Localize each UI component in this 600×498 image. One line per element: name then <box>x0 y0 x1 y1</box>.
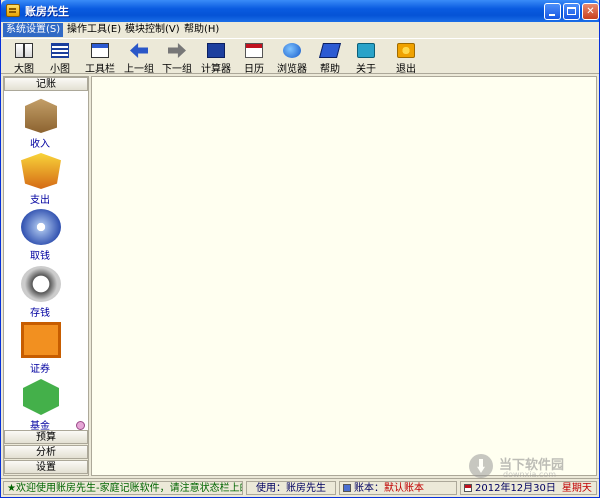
sidebar-item-label: 支出 <box>30 195 50 206</box>
sidebar-item-label: 基金 <box>30 421 50 431</box>
toolbar-label: 下一组 <box>162 64 192 75</box>
arrow-right-icon <box>168 43 186 58</box>
calculator-icon <box>207 43 225 58</box>
status-weekday: 星期天 <box>561 483 592 494</box>
menu-module-control[interactable]: 模块控制(V) <box>122 23 183 37</box>
help-button[interactable]: 帮助 <box>315 41 345 75</box>
minimize-button[interactable] <box>544 3 561 20</box>
sidebar-item-label: 证券 <box>30 364 50 375</box>
help-book-icon <box>318 43 342 58</box>
status-account-book: 账本：默认账本 <box>339 481 457 495</box>
sidebar-item-label: 取钱 <box>30 251 50 262</box>
large-icons-button[interactable]: 大图 <box>9 41 39 75</box>
status-welcome-message: ★欢迎使用账房先生-家庭记账软件，请注意状态栏上的当 <box>3 481 243 495</box>
photo-icon <box>21 322 61 358</box>
browser-button[interactable]: 浏览器 <box>275 41 309 75</box>
menu-operation-tools[interactable]: 操作工具(E) <box>64 23 124 37</box>
status-book-value: 默认账本 <box>384 483 424 494</box>
sidebar-item-list[interactable]: 收入 支出 取钱 存钱 证券 基金 <box>4 91 88 431</box>
toolbar-label: 日历 <box>244 64 264 75</box>
sidebar: 记账 收入 支出 取钱 存钱 证券 基金 预算 分析 设置 <box>3 76 89 476</box>
disc-icon <box>21 209 61 245</box>
title-bar[interactable]: 账房先生 ✕ <box>1 0 599 22</box>
open-box-icon <box>21 153 61 189</box>
exit-icon <box>397 43 415 58</box>
toolbar-label: 退出 <box>396 64 416 75</box>
exit-button[interactable]: 退出 <box>391 41 421 75</box>
about-icon <box>357 43 375 58</box>
next-group-button[interactable]: 下一组 <box>159 41 195 75</box>
toolbar-label: 计算器 <box>201 64 231 75</box>
status-bar: ★欢迎使用账房先生-家庭记账软件，请注意状态栏上的当 使用：账房先生 账本：默认… <box>1 478 599 497</box>
calendar-icon <box>245 43 263 58</box>
sidebar-group-analysis[interactable]: 分析 <box>4 445 88 459</box>
status-current-user: 使用：账房先生 <box>246 481 336 495</box>
sidebar-item-label: 存钱 <box>30 308 50 319</box>
cubes-icon <box>23 379 59 415</box>
calculator-button[interactable]: 计算器 <box>199 41 233 75</box>
sidebar-group-budget[interactable]: 预算 <box>4 430 88 444</box>
status-book-label: 账本： <box>354 483 384 494</box>
at-icon <box>21 266 61 302</box>
close-button[interactable]: ✕ <box>582 3 599 20</box>
main-content-area[interactable] <box>91 76 597 476</box>
toolbar-icon <box>91 43 109 58</box>
status-date: 2012年12月30日 星期天 <box>460 481 597 495</box>
calendar-button[interactable]: 日历 <box>239 41 269 75</box>
toolbar: 大图 小图 工具栏 上一组 下一组 计算器 日历 浏览器 帮助 关于 退出 <box>1 38 599 75</box>
browser-icon <box>283 43 301 58</box>
maximize-button[interactable] <box>563 3 580 20</box>
about-button[interactable]: 关于 <box>351 41 381 75</box>
sidebar-item-label: 收入 <box>30 139 50 150</box>
sidebar-group-settings[interactable]: 设置 <box>4 460 88 474</box>
box-icon <box>25 98 57 133</box>
toolbar-label: 帮助 <box>320 64 340 75</box>
menu-bar: 系统设置(S) 操作工具(E) 模块控制(V) 帮助(H) <box>1 22 599 38</box>
previous-group-button[interactable]: 上一组 <box>121 41 157 75</box>
app-window: 账房先生 ✕ 系统设置(S) 操作工具(E) 模块控制(V) 帮助(H) 大图 … <box>0 0 600 498</box>
app-logo-icon <box>6 4 20 17</box>
large-icons-icon <box>15 43 33 58</box>
scroll-down-icon[interactable] <box>76 421 85 430</box>
sidebar-group-bookkeeping[interactable]: 记账 <box>4 77 88 91</box>
menu-help[interactable]: 帮助(H) <box>181 23 222 37</box>
toolbar-label: 上一组 <box>124 64 154 75</box>
toolbar-label: 小图 <box>50 64 70 75</box>
toolbar-label: 浏览器 <box>277 64 307 75</box>
toolbar-label: 关于 <box>356 64 376 75</box>
toolbar-toggle-button[interactable]: 工具栏 <box>83 41 117 75</box>
account-book-icon <box>343 484 351 492</box>
arrow-left-icon <box>130 43 148 58</box>
window-title: 账房先生 <box>25 5 69 18</box>
calendar-small-icon <box>464 484 472 492</box>
download-arrow-icon <box>469 454 493 478</box>
status-date-text: 2012年12月30日 <box>475 483 556 494</box>
small-icons-icon <box>51 43 69 58</box>
menu-system-settings[interactable]: 系统设置(S) <box>3 23 64 37</box>
toolbar-label: 大图 <box>14 64 34 75</box>
toolbar-label: 工具栏 <box>85 64 115 75</box>
small-icons-button[interactable]: 小图 <box>45 41 75 75</box>
